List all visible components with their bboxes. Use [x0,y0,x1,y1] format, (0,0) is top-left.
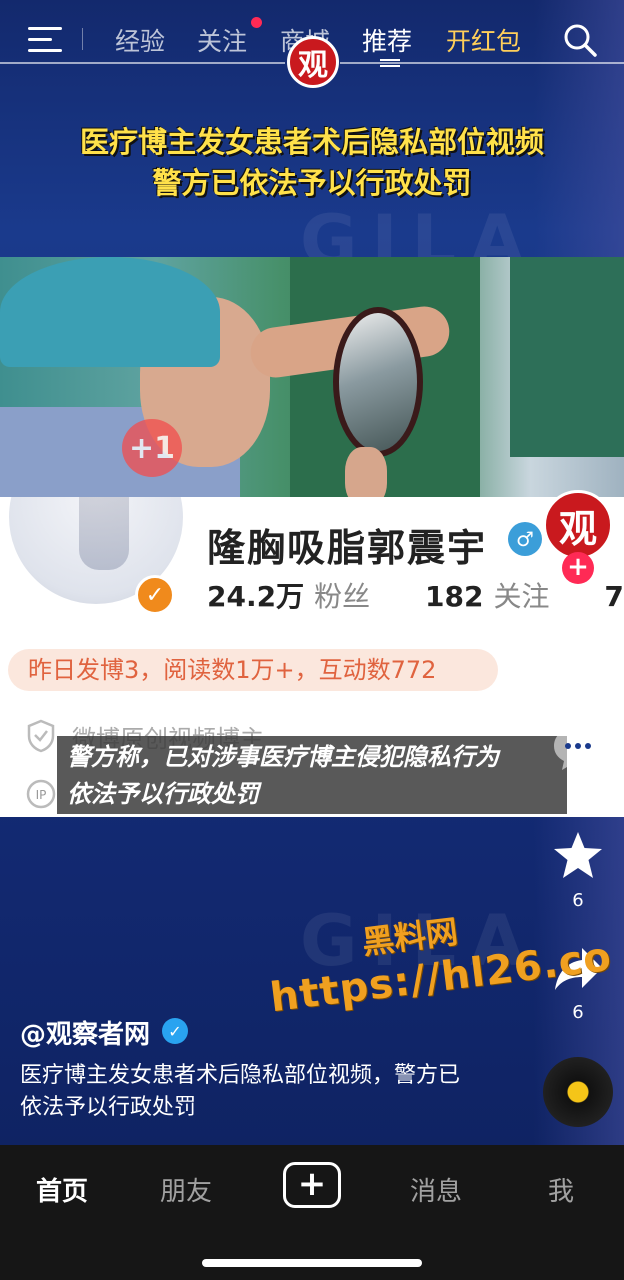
create-post-button[interactable]: + [283,1162,341,1208]
followers-label: 粉丝 [314,580,371,613]
comment-count: 5 [572,783,584,804]
author-avatar[interactable]: 观 [543,490,613,560]
subtitle-line-1: 警方称，已对涉事医疗博主侵犯隐私行为 [67,743,499,771]
notification-dot [251,17,262,28]
scene-hand-mirror [333,307,423,457]
nav-stripe [0,62,285,64]
nav-divider [82,28,83,50]
music-disc-icon[interactable] [543,1057,613,1127]
comment-icon [554,727,602,770]
nav-home[interactable]: 首页 [36,1171,88,1208]
svg-text:IP: IP [36,788,47,802]
verified-icon: ✓ [162,1018,188,1044]
profile-name: 隆胸吸脂郭震宇 [207,526,488,570]
tab-following[interactable]: 关注 [197,22,247,58]
search-icon[interactable] [562,22,598,58]
verified-badge-icon: ✓ [135,575,175,615]
headline-line-1: 医疗博主发女患者术后隐私部位视频 [79,125,544,159]
switch-icon [380,59,400,67]
following-label: 关注 [493,580,550,613]
share-count: 6 [572,1002,584,1023]
followers-count: 24.2万 [207,580,305,613]
male-gender-icon: ♂ [508,522,542,556]
scene-surgical-cap [0,257,220,367]
tab-experience[interactable]: 经验 [115,22,165,58]
tab-red-packet[interactable]: 开红包 [446,22,521,58]
tab-recommend[interactable]: 推荐 [362,22,412,58]
ip-location-icon: IP [26,779,56,809]
guancha-logo: 观 [287,36,339,88]
video-frame[interactable] [0,257,624,498]
like-button[interactable]: 175 [548,605,608,688]
nav-me[interactable]: 我 [548,1171,574,1208]
author-handle[interactable]: @观察者网 [20,1014,150,1051]
star-icon [554,832,602,878]
scene-surgeon [510,257,624,457]
bottom-navigation: 首页 朋友 + 消息 我 [0,1145,624,1280]
scene-hand [345,447,387,498]
following-count: 182 [425,580,484,613]
nav-messages[interactable]: 消息 [410,1171,462,1208]
activity-summary: 昨日发博3，阅读数1万+，互动数772 [8,649,498,691]
like-count: 175 [560,667,596,688]
video-headline: 医疗博主发女患者术后隐私部位视频 警方已依法予以行政处罚 [0,122,624,204]
heart-icon [553,608,603,653]
comment-button[interactable]: 5 [548,723,608,804]
video-subtitle: 警方称，已对涉事医疗博主侵犯隐私行为 依法予以行政处罚 [57,736,567,814]
top-navigation: 经验 关注 商城 推荐 开红包 观 [0,0,624,88]
plus-one-badge: +1 [122,419,182,477]
post-description[interactable]: 医疗博主发女患者术后隐私部位视频，警方已依法予以行政处罚 [20,1060,470,1124]
nav-friends[interactable]: 朋友 [160,1171,212,1208]
home-indicator[interactable] [202,1259,422,1267]
headline-line-2: 警方已依法予以行政处罚 [152,166,472,200]
menu-icon[interactable] [28,27,62,53]
follow-button[interactable]: + [562,552,594,584]
shield-icon [27,719,55,753]
subtitle-line-2: 依法予以行政处罚 [67,780,259,808]
